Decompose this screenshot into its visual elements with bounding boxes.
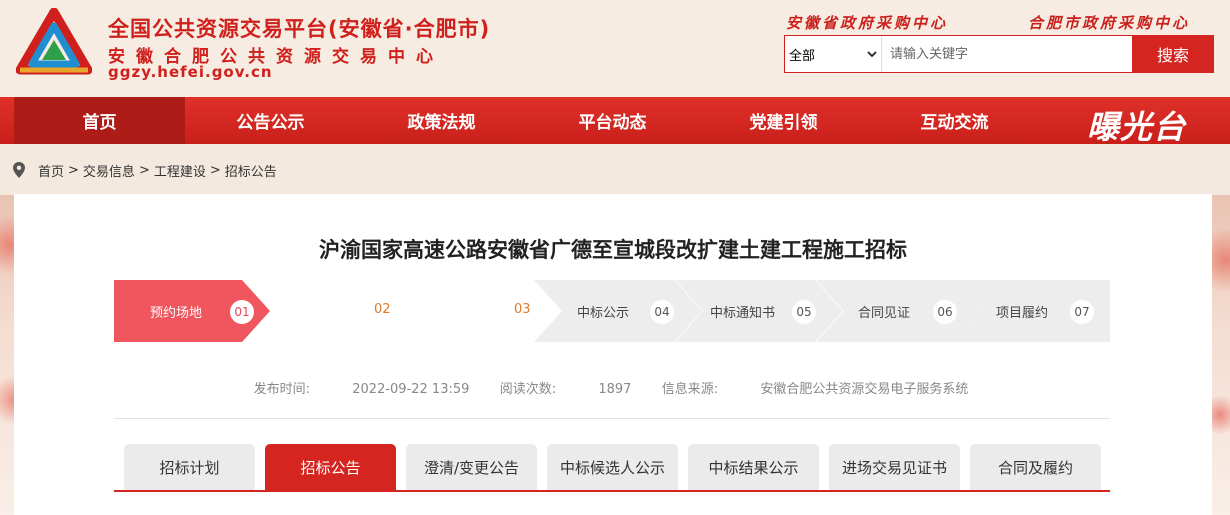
source-value: 安徽合肥公共资源交易电子服务系统 [760, 382, 969, 397]
nav-item-policies[interactable]: 政策法规 [356, 97, 527, 144]
progress-steps: 预约场地 01 02 03 中标公示 04 中标通知书 05 合同见证 06 项… [114, 280, 1110, 342]
search-button[interactable]: 搜索 [1132, 35, 1214, 73]
article-title: 沪渝国家高速公路安徽省广德至宣城段改扩建土建工程施工招标 [319, 238, 907, 262]
tab-candidate-publicity[interactable]: 中标候选人公示 [547, 444, 678, 490]
link-hefei-procurement[interactable]: 合肥市政府采购中心 [1028, 12, 1190, 33]
nav-item-party-building[interactable]: 党建引领 [698, 97, 869, 144]
location-pin-icon [12, 161, 26, 179]
article-card: 沪渝国家高速公路安徽省广德至宣城段改扩建土建工程施工招标 预约场地 01 02 … [14, 194, 1212, 515]
nav-item-platform-news[interactable]: 平台动态 [527, 97, 698, 144]
site-domain: ggzy.hefei.gov.cn [108, 63, 273, 81]
publish-time-value: 2022-09-22 13:59 [352, 382, 470, 397]
search-bar: 全部 搜索 [784, 35, 1214, 73]
link-anhui-procurement[interactable]: 安徽省政府采购中心 [786, 12, 948, 33]
step-number: 02 [374, 302, 391, 317]
breadcrumb-separator: > [68, 162, 79, 178]
breadcrumb-separator: > [209, 162, 221, 178]
step-project-performance[interactable]: 项目履约 07 [956, 280, 1110, 342]
article-meta: 发布时间: 2022-09-22 13:59 阅读次数: 1897 信息来源: … [14, 378, 1212, 397]
step-reserve-venue[interactable]: 预约场地 01 [114, 280, 270, 342]
breadcrumb-engineering[interactable]: 工程建设 [154, 161, 206, 180]
breadcrumb-home[interactable]: 首页 [38, 161, 64, 180]
view-count-label: 阅读次数: [499, 382, 557, 397]
nav-brand-exposure[interactable]: 曝光台 [1087, 102, 1186, 148]
site-logo[interactable] [15, 7, 93, 78]
source-label: 信息来源: [661, 382, 719, 397]
step-2[interactable]: 02 [270, 280, 410, 342]
search-input[interactable] [882, 36, 1132, 72]
breadcrumb-tender-notice[interactable]: 招标公告 [225, 161, 277, 180]
breadcrumb: 首页 > 交易信息 > 工程建设 > 招标公告 [0, 146, 1230, 194]
divider [114, 418, 1110, 419]
step-number: 04 [650, 300, 674, 324]
tab-clarification-notice[interactable]: 澄清/变更公告 [406, 444, 537, 490]
tab-tender-plan[interactable]: 招标计划 [124, 444, 255, 490]
step-number: 06 [933, 300, 957, 324]
tab-tender-notice[interactable]: 招标公告 [265, 444, 396, 490]
step-label: 中标公示 [577, 305, 630, 321]
main-nav: 首页 公告公示 政策法规 平台动态 党建引领 互动交流 曝光台 [0, 97, 1230, 146]
tab-award-result[interactable]: 中标结果公示 [688, 444, 819, 490]
search-scope-select[interactable]: 全部 [785, 36, 882, 72]
step-number: 01 [230, 300, 254, 324]
breadcrumb-separator: > [138, 162, 150, 178]
view-count-value: 1897 [598, 382, 632, 397]
stage-tabs: 招标计划 招标公告 澄清/变更公告 中标候选人公示 中标结果公示 进场交易见证书… [114, 444, 1110, 492]
breadcrumb-trade-info[interactable]: 交易信息 [83, 161, 135, 180]
nav-item-interaction[interactable]: 互动交流 [869, 97, 1040, 144]
step-number: 07 [1070, 300, 1094, 324]
step-number: 03 [514, 302, 531, 317]
step-label: 合同见证 [858, 305, 911, 321]
publish-time-label: 发布时间: [253, 382, 310, 397]
tabs-underline [114, 490, 1110, 492]
step-label: 预约场地 [150, 305, 203, 321]
chevron-down-icon [867, 47, 877, 62]
tab-trade-certificate[interactable]: 进场交易见证书 [829, 444, 960, 490]
nav-item-announcements[interactable]: 公告公示 [185, 97, 356, 144]
site-header: 全国公共资源交易平台(安徽省·合肥市) 安徽合肥公共资源交易中心 ggzy.he… [0, 0, 1230, 97]
search-scope-value: 全部 [789, 48, 816, 64]
step-3[interactable]: 03 [410, 280, 534, 342]
step-label: 项目履约 [996, 305, 1049, 321]
step-label: 中标通知书 [710, 305, 776, 321]
tab-contract-performance[interactable]: 合同及履约 [970, 444, 1101, 490]
nav-item-home[interactable]: 首页 [14, 97, 185, 144]
step-number: 05 [792, 300, 816, 324]
site-title: 全国公共资源交易平台(安徽省·合肥市) [108, 17, 491, 41]
